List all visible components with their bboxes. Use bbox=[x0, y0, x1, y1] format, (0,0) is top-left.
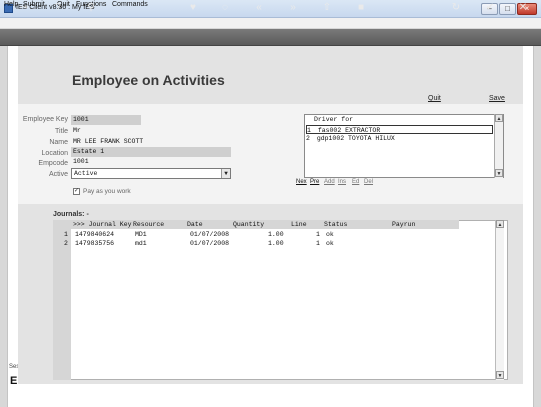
search-icon[interactable]: ⚲ bbox=[85, 2, 97, 14]
edit-button[interactable]: Ed bbox=[352, 179, 359, 185]
quit-link[interactable]: Quit bbox=[428, 95, 441, 102]
left-panel-strip bbox=[0, 46, 8, 407]
pay-as-you-work-label: Pay as you work bbox=[83, 188, 131, 195]
refresh-icon[interactable]: ↻ bbox=[450, 2, 462, 14]
empcode-label: Empcode bbox=[38, 160, 68, 167]
delete-button[interactable]: Del bbox=[364, 179, 373, 185]
employee-key-label: Employee Key bbox=[22, 116, 68, 123]
column-status[interactable]: Status bbox=[324, 221, 347, 228]
cell-quantity[interactable]: 1.00 bbox=[268, 231, 284, 238]
cell-line[interactable]: 1 bbox=[316, 240, 320, 247]
driver-row[interactable]: 2 gdp1002 TOYOTA HILUX bbox=[306, 134, 395, 143]
driver-for-list[interactable] bbox=[304, 114, 504, 178]
cell-journal-key[interactable]: 1479840624 bbox=[75, 231, 114, 238]
toolbar-close-icon[interactable]: ✕ bbox=[517, 2, 529, 14]
cell-status[interactable]: ok bbox=[326, 231, 334, 238]
cell-journal-key[interactable]: 1479835756 bbox=[75, 240, 114, 247]
cell-resource[interactable]: MD1 bbox=[135, 231, 147, 238]
menu-commands[interactable]: Commands bbox=[112, 1, 148, 8]
journals-scrollbar[interactable]: ▲ ▼ bbox=[495, 220, 504, 380]
cell-date[interactable]: 01/07/2008 bbox=[190, 231, 229, 238]
driver-scrollbar[interactable]: ▲ ▼ bbox=[494, 114, 503, 178]
driver-row-number: 2 bbox=[306, 135, 310, 142]
history-icon[interactable]: ◌ bbox=[219, 2, 231, 14]
active-label: Active bbox=[48, 171, 68, 178]
upload-icon[interactable]: ⇧ bbox=[321, 2, 333, 14]
cell-status[interactable]: ok bbox=[326, 240, 334, 247]
driver-for-header: Driver for bbox=[314, 116, 354, 123]
add-button[interactable]: Add bbox=[324, 179, 335, 185]
column-journal-key[interactable]: >>> Journal Key bbox=[73, 221, 132, 228]
cell-date[interactable]: 01/07/2008 bbox=[190, 240, 229, 247]
column-date[interactable]: Date bbox=[187, 221, 203, 228]
maximize-button[interactable]: □ bbox=[499, 3, 516, 15]
column-payrun[interactable]: Payrun bbox=[392, 221, 415, 228]
heart-icon[interactable]: ♥ bbox=[187, 2, 199, 14]
insert-button[interactable]: Ins bbox=[338, 179, 346, 185]
row-number: 2 bbox=[64, 240, 68, 247]
location-field[interactable]: Estate 1 bbox=[71, 147, 231, 157]
right-panel-strip bbox=[533, 46, 541, 407]
key-icon[interactable]: ⊸ bbox=[16, 2, 32, 14]
rewind-icon[interactable]: « bbox=[253, 2, 265, 14]
confirm-icon[interactable]: ✔ bbox=[484, 2, 496, 14]
column-resource[interactable]: Resource bbox=[133, 221, 164, 228]
menu-bar bbox=[0, 18, 541, 29]
help-icon[interactable]: ? bbox=[52, 2, 64, 14]
column-quantity[interactable]: Quantity bbox=[233, 221, 264, 228]
stop-icon[interactable]: ■ bbox=[355, 2, 367, 14]
location-label: Location bbox=[41, 150, 68, 157]
name-label: Name bbox=[49, 139, 68, 146]
row-number: 1 bbox=[64, 231, 68, 238]
next-button[interactable]: Nex bbox=[296, 179, 307, 185]
empcode-field[interactable]: 1001 bbox=[71, 157, 131, 167]
session-letter: E bbox=[10, 375, 18, 387]
fast-forward-icon[interactable]: » bbox=[287, 2, 299, 14]
name-field[interactable]: MR LEE FRANK SCOTT bbox=[71, 137, 231, 147]
cell-resource[interactable]: md1 bbox=[135, 240, 147, 247]
grid-row-gutter bbox=[53, 220, 71, 380]
driver-row-text: gdp1002 TOYOTA HILUX bbox=[316, 135, 395, 142]
column-line[interactable]: Line bbox=[291, 221, 307, 228]
driver-row-number: 1 bbox=[307, 127, 311, 134]
chevron-down-icon[interactable]: ▼ bbox=[221, 169, 230, 178]
page-title: Employee on Activities bbox=[72, 72, 225, 88]
driver-row[interactable]: 1 fas002 EXTRACTOR bbox=[306, 125, 493, 134]
cell-line[interactable]: 1 bbox=[316, 231, 320, 238]
previous-button[interactable]: Pre bbox=[310, 179, 319, 185]
pay-as-you-work-checkbox[interactable]: ✓ bbox=[73, 188, 80, 195]
journals-label: Journals: - bbox=[53, 211, 89, 218]
scroll-down-icon[interactable]: ▼ bbox=[496, 371, 504, 379]
driver-row-text: fas002 EXTRACTOR bbox=[317, 127, 381, 134]
title-label: Title bbox=[55, 128, 68, 135]
scroll-down-icon[interactable]: ▼ bbox=[495, 169, 503, 177]
employee-key-field[interactable]: 1001 bbox=[71, 115, 141, 125]
active-select-value: Active bbox=[74, 170, 98, 177]
active-select[interactable]: Active ▼ bbox=[71, 168, 231, 179]
toolbar bbox=[0, 29, 541, 46]
scroll-up-icon[interactable]: ▲ bbox=[496, 220, 504, 228]
scroll-up-icon[interactable]: ▲ bbox=[495, 114, 503, 122]
save-link[interactable]: Save bbox=[489, 95, 505, 102]
cell-quantity[interactable]: 1.00 bbox=[268, 240, 284, 247]
title-field[interactable]: Mr bbox=[71, 126, 131, 136]
